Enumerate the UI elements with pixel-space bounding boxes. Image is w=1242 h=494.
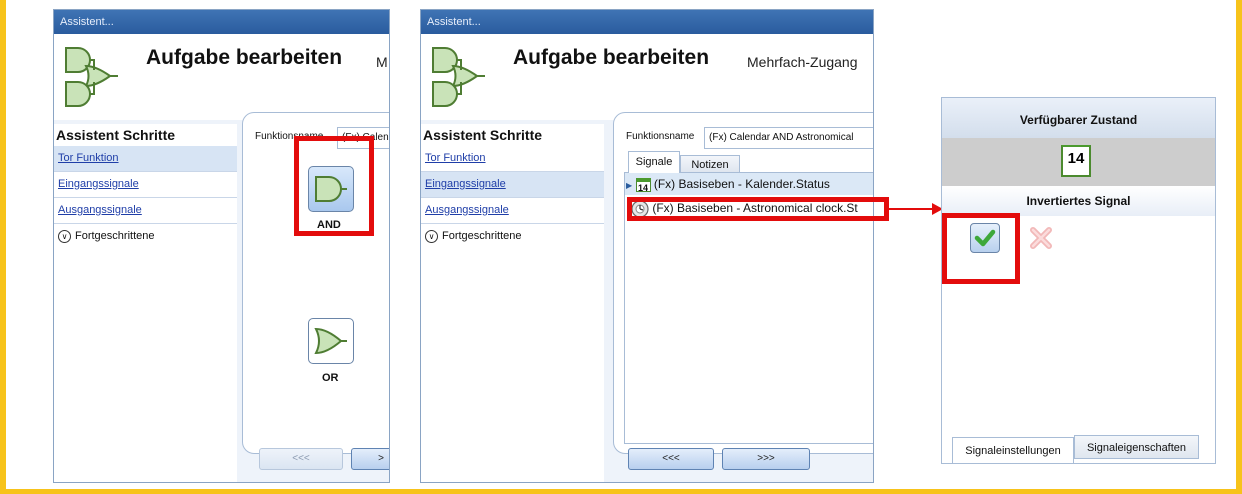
back-button[interactable]: <<< <box>259 448 343 470</box>
signals-panel: Funktionsname (Fx) Calendar AND Astronom… <box>613 112 873 454</box>
step-ausgangssignale[interactable]: Ausgangssignale <box>54 198 237 224</box>
chevron-down-icon: ∨ <box>425 229 438 243</box>
calendar-icon: 14 <box>635 177 651 193</box>
signal-text: (Fx) Basiseben - Kalender.Status <box>653 177 830 191</box>
next-button[interactable]: > <box>351 448 389 470</box>
check-option-highlight <box>942 213 1020 284</box>
calendar-state-icon: 14 <box>1061 145 1091 177</box>
wizard-window-left: Assistent... Aufgabe bearbeiten M Assist… <box>53 9 390 483</box>
cross-icon <box>1030 227 1052 249</box>
tab-signaleigenschaften[interactable]: Signaleigenschaften <box>1074 435 1199 459</box>
row-selector-icon: ▶ <box>626 181 633 190</box>
step-advanced[interactable]: ∨ Fortgeschrittene <box>54 224 237 249</box>
tab-notizen[interactable]: Notizen <box>680 155 740 173</box>
function-name-label: Funktionsname <box>626 131 695 142</box>
step-advanced[interactable]: ∨ Fortgeschrittene <box>421 224 604 249</box>
tab-signale[interactable]: Signale <box>628 151 680 173</box>
and-gate-highlight <box>294 136 374 236</box>
or-gate-label: OR <box>322 372 339 384</box>
advanced-label: Fortgeschrittene <box>75 230 155 242</box>
function-name-input[interactable]: (Fx) Calendar AND Astronomical <box>704 127 873 149</box>
signal-row-highlight <box>627 197 889 221</box>
step-eingangssignale[interactable]: Eingangssignale <box>421 172 604 198</box>
step-ausgangssignale[interactable]: Ausgangssignale <box>421 198 604 224</box>
logic-gates-logo-icon <box>65 47 118 107</box>
logic-gates-logo-icon <box>432 47 485 107</box>
inverted-signal-header: Invertiertes Signal <box>942 186 1215 216</box>
cross-option[interactable] <box>1026 223 1056 253</box>
advanced-label: Fortgeschrittene <box>442 230 522 242</box>
step-tor-funktion[interactable]: Tor Funktion <box>421 146 604 172</box>
page-title: Aufgabe bearbeiten <box>513 46 710 69</box>
next-button[interactable]: >>> <box>722 448 810 470</box>
step-tor-funktion[interactable]: Tor Funktion <box>54 146 237 172</box>
back-button[interactable]: <<< <box>628 448 714 470</box>
steps-title: Assistent Schritte <box>423 127 543 143</box>
page-title: Aufgabe bearbeiten <box>146 46 343 69</box>
or-gate-icon <box>314 327 347 355</box>
page-subtitle: Mehrfach-Zugang <box>747 54 858 70</box>
wizard-steps: Assistent Schritte Tor Funktion Eingangs… <box>54 124 237 482</box>
steps-title: Assistent Schritte <box>56 127 176 143</box>
or-gate-button[interactable] <box>308 318 354 364</box>
available-state-header: Verfügbarer Zustand <box>942 98 1215 138</box>
page-subtitle: M <box>376 54 388 70</box>
connector-arrow <box>888 203 943 215</box>
wizard-window-middle: Assistent... Aufgabe bearbeiten Mehrfach… <box>420 9 874 483</box>
signal-row-calendar[interactable]: ▶ 14 (Fx) Basiseben - Kalender.Status <box>625 173 873 195</box>
window-title: Assistent... <box>54 10 389 34</box>
window-title: Assistent... <box>421 10 873 34</box>
step-eingangssignale[interactable]: Eingangssignale <box>54 172 237 198</box>
chevron-down-icon: ∨ <box>58 229 71 243</box>
header: Aufgabe bearbeiten Mehrfach-Zugang <box>421 34 873 120</box>
available-state-area: 14 <box>942 138 1215 186</box>
tab-signaleinstellungen[interactable]: Signaleinstellungen <box>952 437 1074 463</box>
wizard-steps: Assistent Schritte Tor Funktion Eingangs… <box>421 124 604 482</box>
header: Aufgabe bearbeiten M <box>54 34 389 120</box>
